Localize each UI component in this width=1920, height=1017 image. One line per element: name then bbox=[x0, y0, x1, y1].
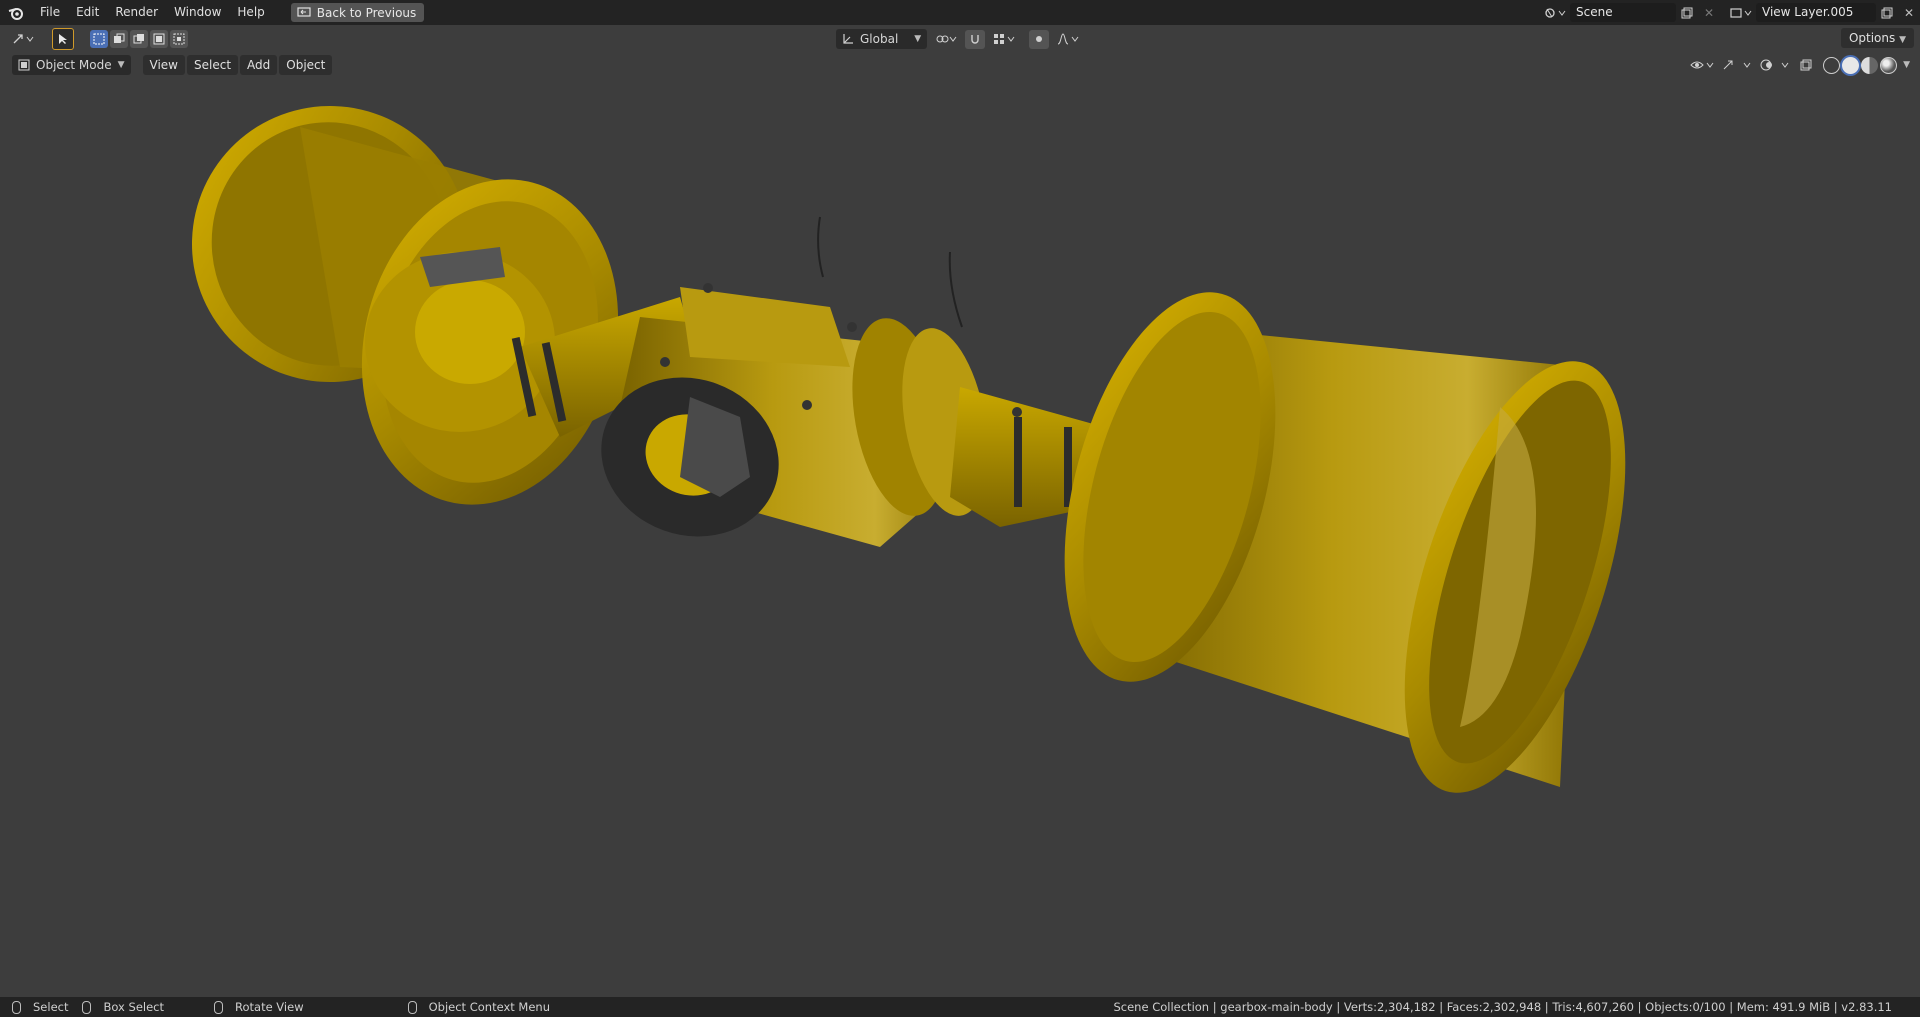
middle-mouse-icon bbox=[214, 1000, 223, 1014]
new-scene-icon[interactable] bbox=[1676, 3, 1698, 22]
object-mode-icon bbox=[18, 59, 30, 71]
3d-viewport[interactable] bbox=[0, 77, 1920, 997]
delete-scene-icon[interactable]: ✕ bbox=[1698, 3, 1720, 22]
shading-mode-group: ▼ bbox=[1823, 56, 1910, 74]
view-menu[interactable]: View bbox=[142, 55, 185, 75]
object-mode-label: Object Mode bbox=[36, 58, 112, 72]
status-box-select-hint: Box Select bbox=[82, 1000, 164, 1014]
view-layer-browse-icon[interactable] bbox=[1726, 3, 1756, 22]
mode-subtract-icon[interactable] bbox=[130, 30, 148, 48]
snap-target-icon[interactable] bbox=[989, 30, 1019, 49]
gizmo-toggle-icon[interactable] bbox=[1719, 56, 1755, 75]
wireframe-shading-icon[interactable] bbox=[1823, 56, 1841, 74]
back-to-previous-button[interactable]: Back to Previous bbox=[290, 3, 425, 22]
left-mouse-icon bbox=[12, 1000, 21, 1014]
proportional-edit-icon[interactable] bbox=[1029, 29, 1050, 49]
transform-tools-group: Global ▼ bbox=[836, 28, 1083, 50]
select-tool-button[interactable] bbox=[52, 28, 74, 50]
status-context-hint: Object Context Menu bbox=[407, 1000, 550, 1014]
object-mode-select[interactable]: Object Mode ▼ bbox=[12, 55, 131, 75]
mode-set-new-icon[interactable] bbox=[90, 30, 108, 48]
chevron-down-icon: ▼ bbox=[1899, 35, 1906, 45]
back-to-previous-label: Back to Previous bbox=[316, 5, 417, 20]
options-label: Options bbox=[1848, 31, 1896, 45]
chevron-down-icon: ▼ bbox=[117, 60, 125, 70]
menu-render[interactable]: Render bbox=[107, 0, 166, 25]
selection-mode-group bbox=[90, 30, 188, 48]
view-layer-name-field[interactable]: View Layer.005 bbox=[1756, 3, 1876, 22]
status-box-select-label: Box Select bbox=[103, 1000, 164, 1014]
add-menu[interactable]: Add bbox=[240, 55, 278, 75]
visibility-eye-icon[interactable] bbox=[1687, 56, 1717, 75]
solid-shading-icon[interactable] bbox=[1842, 56, 1860, 74]
viewport-shading-controls: ▼ bbox=[1687, 55, 1910, 75]
overlays-toggle-icon[interactable] bbox=[1757, 56, 1793, 75]
chevron-down-icon[interactable]: ▼ bbox=[1903, 60, 1910, 70]
transform-orientation-label: Global bbox=[860, 32, 899, 46]
gearbox-model bbox=[192, 106, 1626, 793]
status-bar: Select Box Select Rotate View Object Con… bbox=[0, 997, 1920, 1017]
menu-help[interactable]: Help bbox=[229, 0, 272, 25]
snap-toggle-icon[interactable] bbox=[965, 29, 986, 49]
scene-browse-icon[interactable] bbox=[1540, 3, 1570, 22]
transform-orientation-select[interactable]: Global ▼ bbox=[836, 29, 928, 49]
orientation-axes-icon bbox=[843, 34, 853, 44]
status-rotate-label: Rotate View bbox=[235, 1000, 304, 1014]
status-rotate-hint: Rotate View bbox=[214, 1000, 304, 1014]
scene-selector-group: Scene ✕ View Layer.005 ✕ bbox=[1540, 0, 1920, 25]
cursor-arrow-icon bbox=[59, 34, 67, 44]
menu-edit[interactable]: Edit bbox=[68, 0, 107, 25]
screen-back-icon bbox=[297, 7, 311, 17]
viewport-header: Object Mode ▼ View Select Add Object ▼ bbox=[0, 53, 1920, 77]
object-menu[interactable]: Object bbox=[279, 55, 333, 75]
material-preview-icon[interactable] bbox=[1861, 56, 1879, 74]
status-context-label: Object Context Menu bbox=[428, 1000, 550, 1014]
chevron-down-icon: ▼ bbox=[914, 34, 922, 44]
xray-toggle-icon[interactable] bbox=[1795, 56, 1817, 75]
right-mouse-icon bbox=[407, 1000, 417, 1014]
rendered-shading-icon[interactable] bbox=[1880, 56, 1898, 74]
editor-type-icon[interactable] bbox=[6, 30, 42, 49]
top-bar: File Edit Render Window Help Back to Pre… bbox=[0, 0, 1920, 25]
blender-logo-icon[interactable] bbox=[0, 0, 32, 25]
scene-name-field[interactable]: Scene bbox=[1570, 3, 1676, 22]
new-view-layer-icon[interactable] bbox=[1876, 3, 1898, 22]
proportional-falloff-icon[interactable] bbox=[1053, 30, 1083, 49]
pivot-point-icon[interactable] bbox=[931, 30, 961, 49]
menu-file[interactable]: File bbox=[32, 0, 68, 25]
status-select-hint: Select bbox=[12, 1000, 68, 1014]
menu-window[interactable]: Window bbox=[166, 0, 229, 25]
status-select-label: Select bbox=[33, 1000, 69, 1014]
delete-view-layer-icon[interactable]: ✕ bbox=[1898, 3, 1920, 22]
tool-settings-bar: Global ▼ Options ▼ bbox=[0, 25, 1920, 53]
mode-extend-icon[interactable] bbox=[110, 30, 128, 48]
mode-intersect-icon[interactable] bbox=[170, 30, 188, 48]
scene-statistics: Scene Collection | gearbox-main-body | V… bbox=[1113, 1000, 1892, 1014]
options-button[interactable]: Options ▼ bbox=[1840, 28, 1914, 48]
select-menu[interactable]: Select bbox=[187, 55, 239, 75]
drag-mouse-icon bbox=[82, 1000, 92, 1014]
mode-invert-icon[interactable] bbox=[150, 30, 168, 48]
